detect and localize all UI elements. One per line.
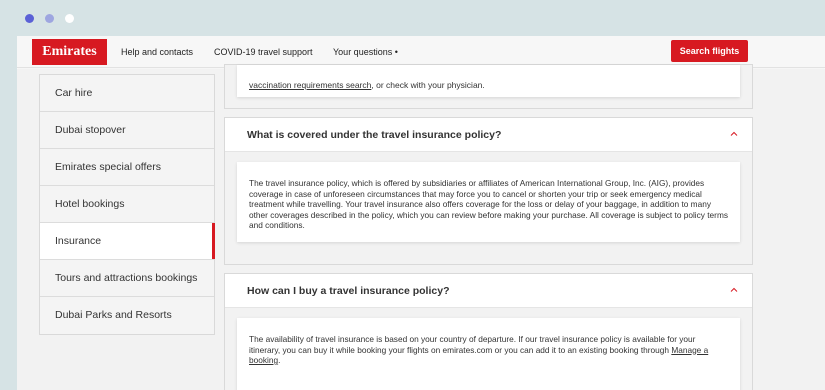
nav-covid-travel-support[interactable]: COVID-19 travel support — [214, 47, 313, 57]
emirates-logo[interactable]: Emirates — [32, 39, 107, 65]
sidebar-item-special-offers[interactable]: Emirates special offers — [40, 149, 214, 186]
faq-answer: The travel insurance policy, which is of… — [237, 162, 740, 242]
previous-faq-text: , or check with your physician. — [371, 80, 485, 90]
chevron-up-icon[interactable] — [730, 286, 738, 294]
previous-faq-panel: vaccination requirements search, or chec… — [237, 65, 740, 97]
sidebar-item-insurance[interactable]: Insurance — [40, 223, 215, 260]
window-close-dot[interactable] — [25, 14, 34, 23]
vaccination-search-link[interactable]: vaccination requirements search — [249, 80, 371, 90]
faq-card-buy: How can I buy a travel insurance policy?… — [224, 273, 753, 390]
sidebar-item-dubai-stopover[interactable]: Dubai stopover — [40, 112, 214, 149]
window-minimize-dot[interactable] — [45, 14, 54, 23]
faq-header-buy[interactable]: How can I buy a travel insurance policy? — [225, 274, 752, 308]
sidebar-item-hotel-bookings[interactable]: Hotel bookings — [40, 186, 214, 223]
nav-your-questions[interactable]: Your questions • — [333, 47, 398, 57]
faq-question: How can I buy a travel insurance policy? — [247, 285, 450, 297]
faq-answer-end: . — [278, 355, 281, 365]
faq-answer: The availability of travel insurance is … — [249, 334, 696, 355]
main-content: Car hire Dubai stopover Emirates special… — [17, 64, 825, 390]
faq-header-coverage[interactable]: What is covered under the travel insuran… — [225, 118, 752, 152]
nav-help-and-contacts[interactable]: Help and contacts — [121, 47, 193, 57]
chevron-up-icon[interactable] — [730, 130, 738, 138]
window-chrome — [0, 0, 825, 36]
browser-window: Emirates Help and contacts COVID-19 trav… — [17, 36, 825, 390]
window-maximize-dot[interactable] — [65, 14, 74, 23]
faq-body-buy: The availability of travel insurance is … — [225, 308, 752, 390]
faq-card-coverage: What is covered under the travel insuran… — [224, 117, 753, 265]
sidebar-nav: Car hire Dubai stopover Emirates special… — [39, 74, 215, 335]
faq-question: What is covered under the travel insuran… — [247, 129, 502, 141]
sidebar-item-car-hire[interactable]: Car hire — [40, 75, 214, 112]
faq-body-coverage: The travel insurance policy, which is of… — [225, 152, 752, 264]
previous-faq-card: vaccination requirements search, or chec… — [224, 64, 753, 109]
sidebar-item-dubai-parks[interactable]: Dubai Parks and Resorts — [40, 297, 214, 334]
sidebar-item-tours-attractions[interactable]: Tours and attractions bookings — [40, 260, 214, 297]
faq-answer-panel: The availability of travel insurance is … — [237, 318, 740, 390]
search-flights-button[interactable]: Search flights — [671, 40, 748, 62]
